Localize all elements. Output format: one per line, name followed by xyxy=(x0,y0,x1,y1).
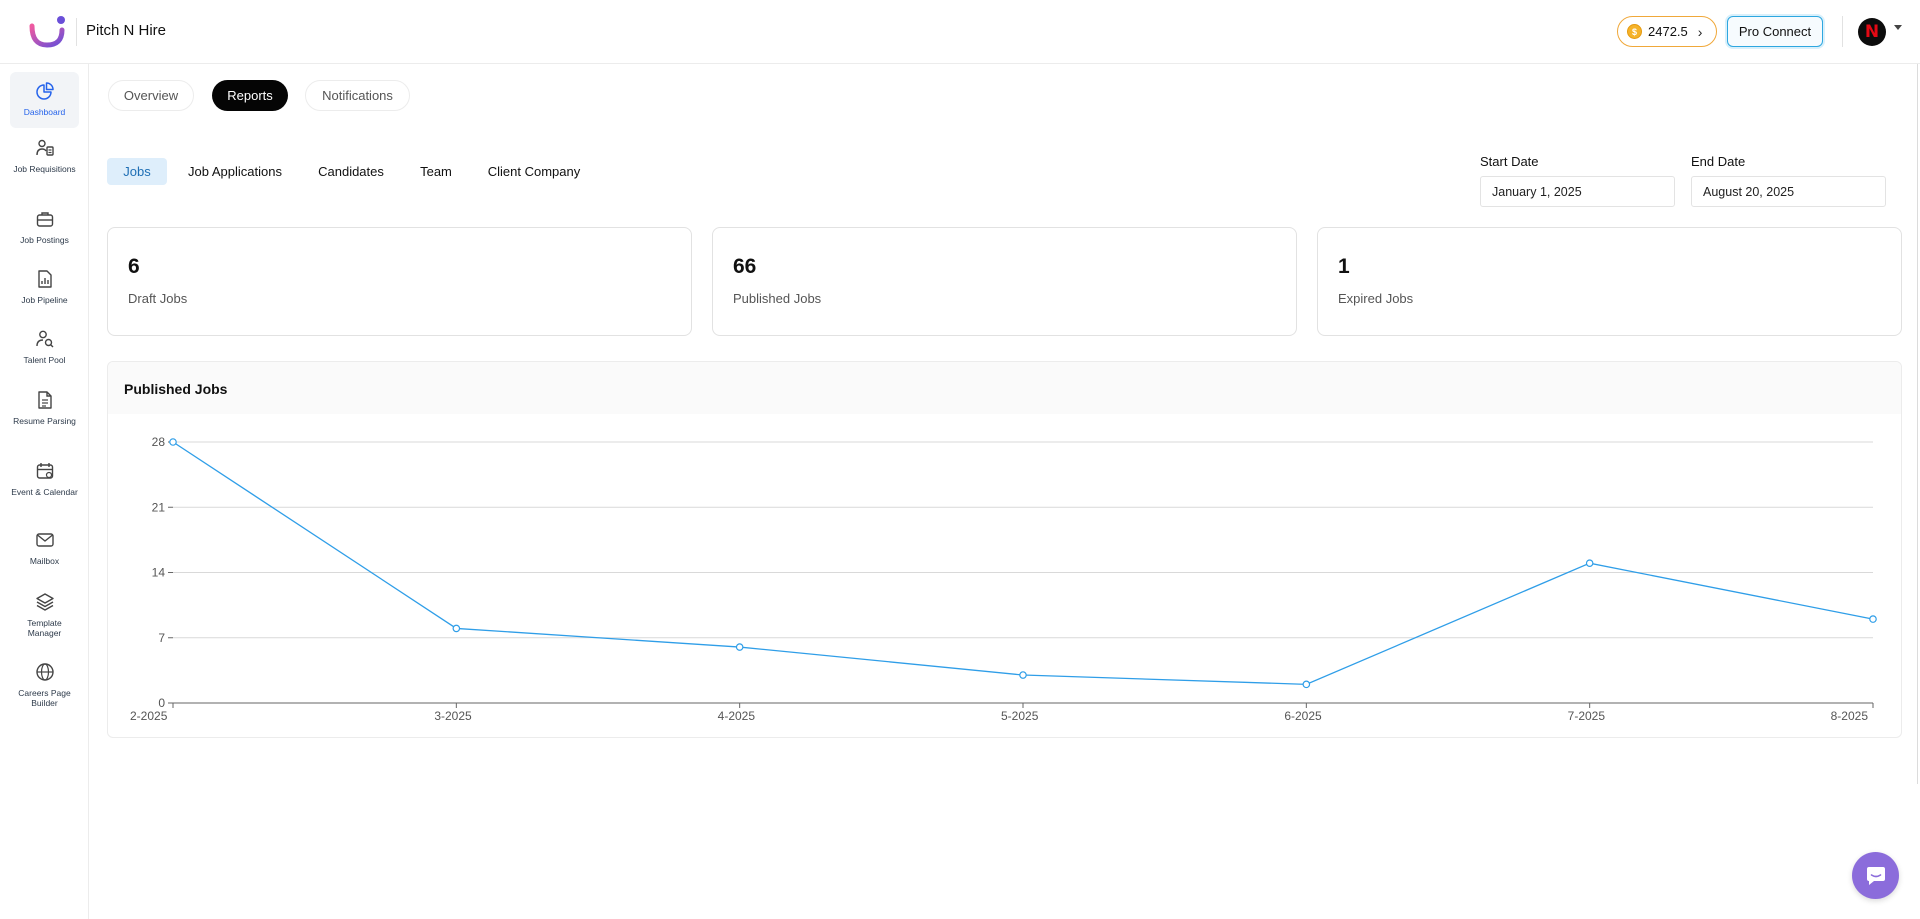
pitch-n-hire-logo[interactable] xyxy=(28,14,66,50)
mail-icon xyxy=(35,533,54,547)
chat-icon xyxy=(1866,866,1885,885)
globe-icon xyxy=(35,663,54,681)
sidebar-item-label: Job Requisitions xyxy=(13,164,76,174)
stat-label: Draft Jobs xyxy=(128,291,188,306)
sidebar-item-resume-parsing[interactable]: Resume Parsing xyxy=(10,390,79,426)
pro-connect-button[interactable]: Pro Connect xyxy=(1727,16,1823,47)
x-tick-label: 6-2025 xyxy=(1284,709,1322,723)
tab-notifications[interactable]: Notifications xyxy=(305,80,410,111)
subtab-jobs[interactable]: Jobs xyxy=(107,158,167,185)
sidebar-item-job-pipeline[interactable]: Job Pipeline xyxy=(10,269,79,305)
sidebar-item-label: Dashboard xyxy=(23,107,66,117)
stat-value: 6 xyxy=(128,255,140,278)
calendar-icon xyxy=(36,463,53,479)
end-date-input[interactable]: August 20, 2025 xyxy=(1691,176,1886,207)
sidebar-item-mailbox[interactable]: Mailbox xyxy=(10,530,79,566)
start-date-label: Start Date xyxy=(1480,154,1539,169)
series-line xyxy=(172,441,1874,686)
chevron-right-icon: › xyxy=(1697,23,1703,40)
talent-search-icon xyxy=(35,330,53,348)
y-tick-label: 28 xyxy=(152,435,166,449)
sidebar-item-label: Careers Page Builder xyxy=(18,688,71,708)
chat-button[interactable] xyxy=(1852,852,1899,899)
y-tick-label: 7 xyxy=(158,631,165,645)
stat-label: Published Jobs xyxy=(733,291,822,306)
sidebar-item-job-requisitions[interactable]: Job Requisitions xyxy=(10,138,79,174)
sidebar-item-label: Talent Pool xyxy=(23,355,66,365)
stat-card-draft-jobs: 6 Draft Jobs xyxy=(107,227,692,336)
pipeline-icon xyxy=(37,270,52,288)
sidebar-item-dashboard[interactable]: Dashboard xyxy=(10,72,79,128)
resume-icon xyxy=(37,391,52,409)
data-point xyxy=(1302,680,1311,689)
job-requisitions-icon xyxy=(35,139,54,156)
sidebar-item-label: Resume Parsing xyxy=(13,416,76,426)
page-scrollbar[interactable] xyxy=(1917,64,1918,784)
stat-value: 1 xyxy=(1338,255,1350,278)
start-date-input[interactable]: January 1, 2025 xyxy=(1480,176,1675,207)
data-point xyxy=(735,643,744,651)
caret-down-icon[interactable] xyxy=(1894,25,1902,30)
sidebar-item-label: Job Postings xyxy=(20,235,69,245)
end-date-label: End Date xyxy=(1691,154,1746,169)
sidebar-item-talent-pool[interactable]: Talent Pool xyxy=(10,329,79,365)
subtab-client-company[interactable]: Client Company xyxy=(480,158,588,185)
app-header: Pitch N Hire $ 2472.5 › Pro Connect N xyxy=(0,0,1920,64)
sidebar-item-careers-page-builder[interactable]: Careers Page Builder xyxy=(10,662,79,708)
subtab-candidates[interactable]: Candidates xyxy=(310,158,392,185)
sidebar-item-label: Event & Calendar xyxy=(11,487,78,497)
published-jobs-line-chart: 0 7 14 21 28 2-2025 3-2025 4-2025 5-2025 6-2025 7-… xyxy=(130,435,1877,723)
stat-card-published-jobs: 66 Published Jobs xyxy=(712,227,1297,336)
data-point xyxy=(169,438,177,446)
data-point xyxy=(1585,559,1594,567)
x-tick-label: 4-2025 xyxy=(718,709,756,723)
briefcase-icon xyxy=(36,212,53,227)
y-tick-label: 21 xyxy=(152,500,166,514)
sidebar: Dashboard Job Requisitions Job Postings … xyxy=(0,64,89,919)
tab-reports[interactable]: Reports xyxy=(212,80,288,111)
sidebar-item-job-postings[interactable]: Job Postings xyxy=(10,209,79,245)
x-tick-label: 3-2025 xyxy=(434,709,472,723)
x-tick-label: 7-2025 xyxy=(1568,709,1606,723)
header-divider xyxy=(1842,16,1843,47)
coins-balance: 2472.5 xyxy=(1648,24,1688,39)
sidebar-item-label: Job Pipeline xyxy=(21,295,68,305)
sidebar-item-label: Mailbox xyxy=(29,556,60,566)
stat-value: 66 xyxy=(733,255,757,278)
tab-overview[interactable]: Overview xyxy=(108,80,194,111)
x-tick-label: 8-2025 xyxy=(1831,709,1869,723)
data-point xyxy=(1869,615,1877,623)
coins-balance-button[interactable]: $ 2472.5 › xyxy=(1617,16,1717,47)
stat-label: Expired Jobs xyxy=(1338,291,1414,306)
x-tick-label: 2-2025 xyxy=(130,709,168,723)
y-tick-label: 14 xyxy=(152,566,166,580)
y-tick-label: 0 xyxy=(158,696,165,710)
subtab-job-applications[interactable]: Job Applications xyxy=(179,158,291,185)
data-point xyxy=(452,624,461,633)
x-tick-label: 5-2025 xyxy=(1001,709,1039,723)
published-jobs-chart-panel: Published Jobs 0 7 14 21 28 2-2025 3-2025 4-202… xyxy=(107,361,1902,738)
brand-name: Pitch N Hire xyxy=(86,22,167,39)
stat-card-expired-jobs: 1 Expired Jobs xyxy=(1317,227,1902,336)
layers-icon xyxy=(35,593,54,611)
data-point xyxy=(1019,671,1027,679)
sidebar-item-template-manager[interactable]: Template Manager xyxy=(10,592,79,638)
avatar[interactable]: N xyxy=(1858,18,1886,46)
dashboard-icon xyxy=(35,82,54,100)
sidebar-item-label: Template Manager xyxy=(27,618,62,638)
sidebar-item-event-calendar[interactable]: Event & Calendar xyxy=(10,461,79,497)
brand-divider xyxy=(76,18,77,46)
coin-icon: $ xyxy=(1627,24,1642,39)
subtab-team[interactable]: Team xyxy=(412,158,460,185)
